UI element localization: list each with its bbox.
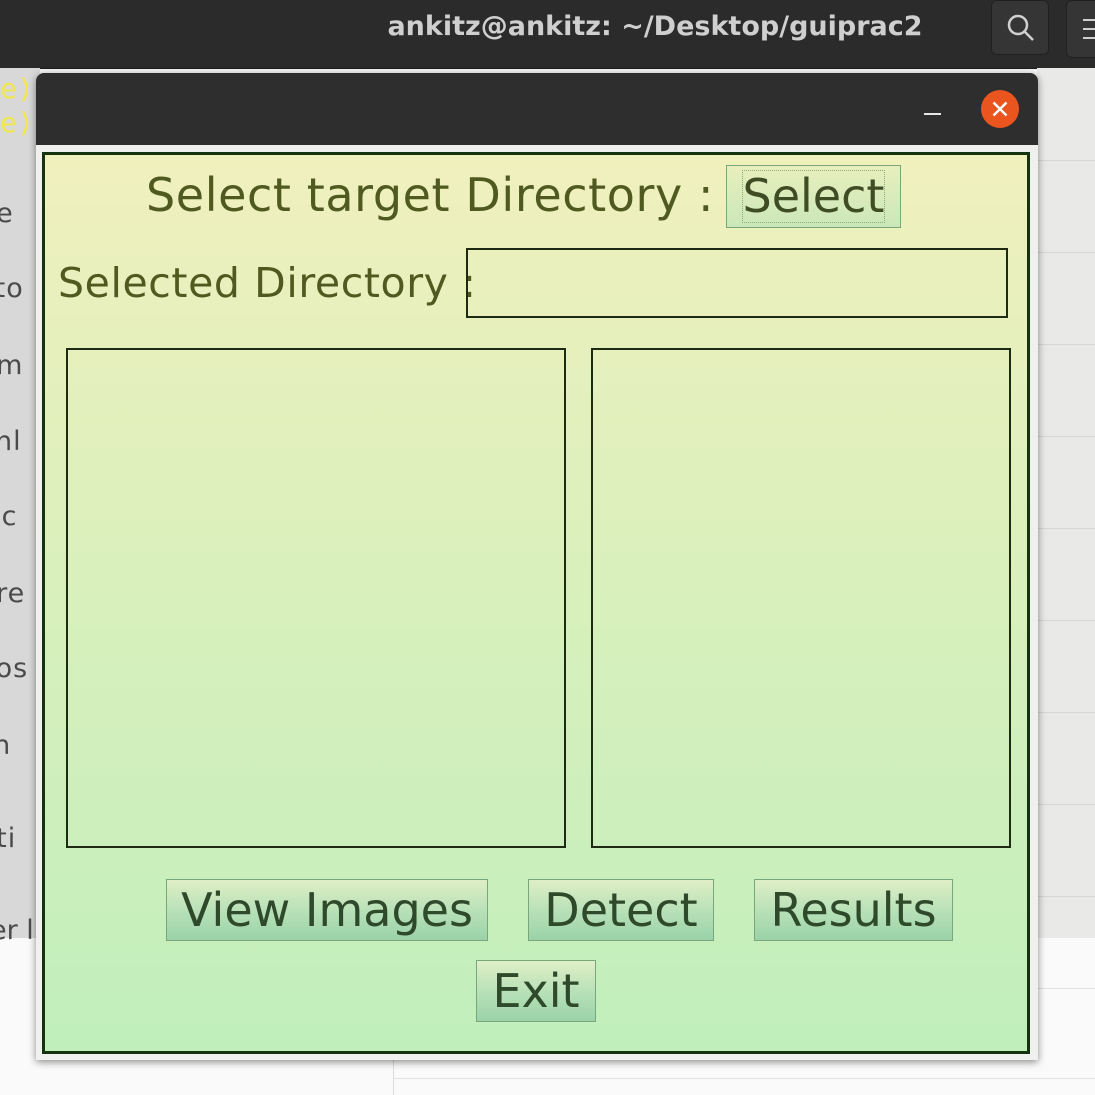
select-button[interactable]: Select (726, 165, 901, 228)
background-terminal-titlebar: ankitz@ankitz: ~/Desktop/guiprac2 (0, 0, 1095, 69)
background-sidebar-item[interactable]: ne (0, 198, 40, 229)
background-divider (1037, 988, 1095, 989)
background-sidebar-item[interactable]: sic (0, 501, 40, 532)
background-sidebar-item[interactable]: ure (0, 578, 40, 609)
background-search-button[interactable] (991, 0, 1049, 55)
background-terminal-line: e) (0, 106, 34, 139)
selected-directory-label: Selected Directory : (58, 259, 477, 307)
background-right-panel (1037, 68, 1095, 938)
close-icon (992, 101, 1008, 117)
background-sidebar: ne kto um vnl sic ure eos sh uti (0, 68, 40, 938)
background-sidebar-item[interactable]: vnl (0, 426, 40, 457)
background-text-fragment: er l (0, 915, 34, 946)
background-sidebar-item[interactable]: eos (0, 653, 40, 684)
selected-directory-field[interactable] (466, 248, 1008, 318)
search-icon (1007, 14, 1034, 41)
results-button[interactable]: Results (754, 879, 953, 941)
background-terminal-line: e) (0, 72, 34, 105)
background-row-divider (1037, 896, 1095, 897)
background-sidebar-item[interactable]: uti (0, 823, 40, 854)
detect-button[interactable]: Detect (528, 879, 714, 941)
minimize-button[interactable] (916, 95, 950, 129)
close-button[interactable] (981, 90, 1019, 128)
minimize-icon (924, 113, 941, 115)
background-row-divider (1037, 160, 1095, 161)
app-titlebar[interactable] (36, 73, 1038, 145)
view-images-button[interactable]: View Images (166, 879, 488, 941)
image-list-panel[interactable] (66, 348, 566, 848)
background-row-divider (1037, 712, 1095, 713)
app-window: Select target Directory : Select Selecte… (36, 73, 1038, 1060)
menu-icon (1083, 19, 1095, 21)
background-row-divider (1037, 528, 1095, 529)
select-target-label: Select target Directory : (146, 168, 715, 222)
background-row-divider (1037, 804, 1095, 805)
background-sidebar-item[interactable]: um (0, 350, 40, 381)
image-preview-panel[interactable] (591, 348, 1011, 848)
background-row-divider (1037, 344, 1095, 345)
focus-ring (742, 170, 885, 223)
background-row-divider (1037, 252, 1095, 253)
background-sidebar-item[interactable]: kto (0, 273, 40, 304)
background-menu-button[interactable] (1066, 0, 1095, 58)
background-sidebar-item[interactable]: sh (0, 730, 40, 761)
background-row-divider (1037, 436, 1095, 437)
background-divider (394, 1078, 1095, 1079)
exit-button[interactable]: Exit (476, 960, 596, 1022)
background-row-divider (1037, 620, 1095, 621)
app-content: Select target Directory : Select Selecte… (42, 152, 1030, 1054)
background-window-title: ankitz@ankitz: ~/Desktop/guiprac2 (387, 11, 923, 42)
